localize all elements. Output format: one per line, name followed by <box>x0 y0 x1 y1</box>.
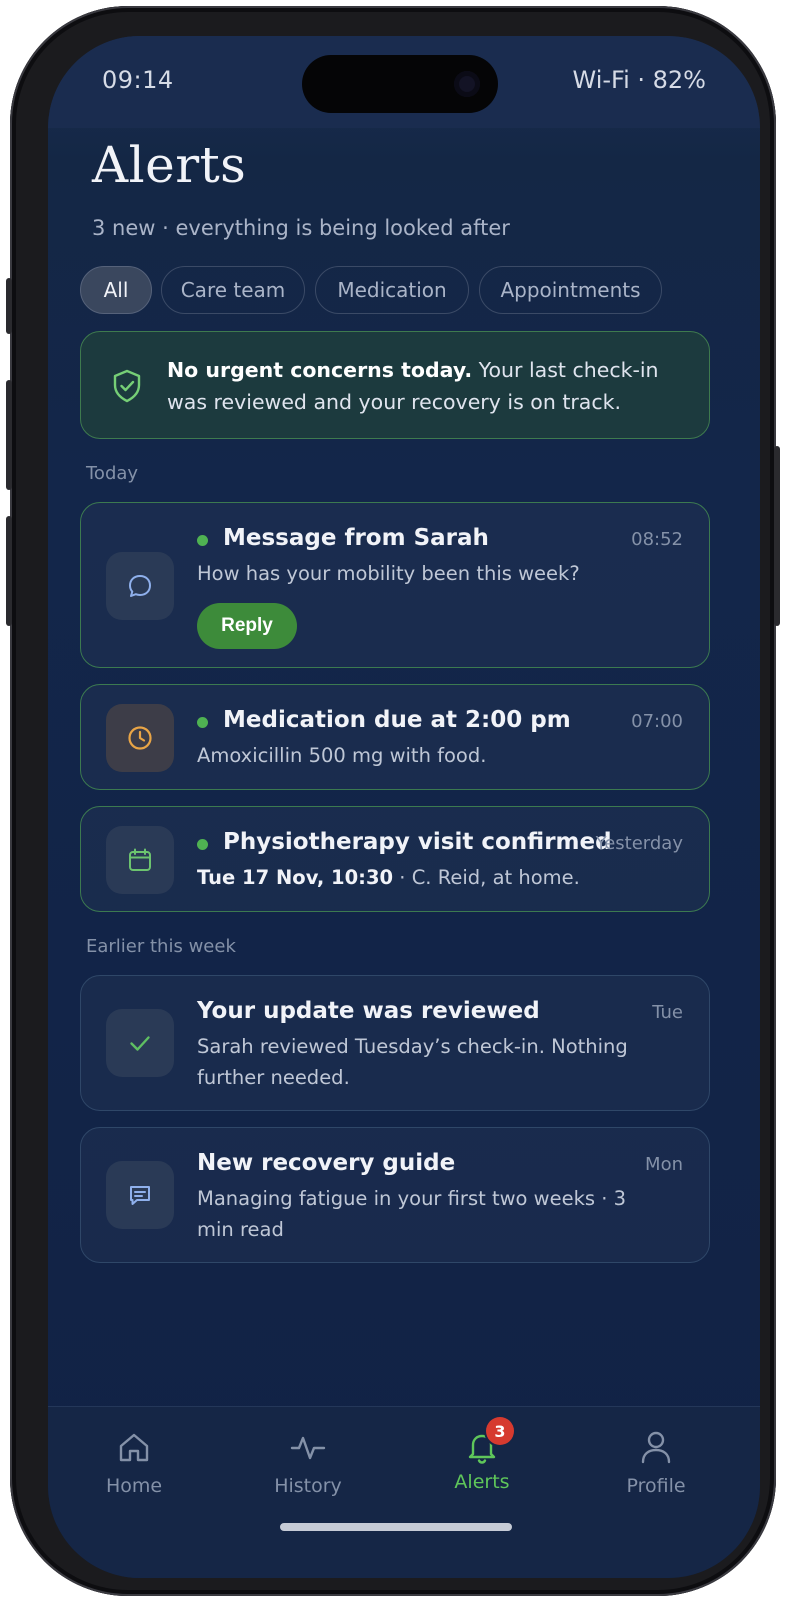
tab-label: History <box>274 1475 342 1497</box>
appointment-datetime: Tue 17 Nov, 10:30 <box>197 866 394 889</box>
alert-title: Physiotherapy visit confirmed <box>223 829 612 855</box>
page-title: Alerts <box>92 136 247 194</box>
alert-time: Mon <box>645 1154 683 1175</box>
alert-body: Tue 17 Nov, 10:30 · C. Reid, at home. <box>197 862 647 893</box>
unread-dot <box>197 717 208 728</box>
banner-text: No urgent concerns today. Your last chec… <box>167 354 687 418</box>
screen: 09:14 Wi-Fi · 82% Alerts 3 new · everyth… <box>48 36 760 1578</box>
person-icon <box>641 1431 671 1464</box>
appointment-details: · C. Reid, at home. <box>393 866 580 889</box>
mute-switch <box>6 278 12 334</box>
unread-dot <box>197 535 208 546</box>
alert-title: New recovery guide <box>197 1150 456 1176</box>
bell-icon-wrap: 3 <box>462 1417 514 1467</box>
alert-body: Amoxicillin 500 mg with food. <box>197 744 487 767</box>
tab-home[interactable]: Home <box>64 1427 204 1497</box>
alert-card-appointment[interactable]: Physiotherapy visit confirmed Yesterday … <box>80 806 710 912</box>
filter-chip-care-team[interactable]: Care team <box>161 266 305 314</box>
tab-label: Home <box>105 1475 163 1497</box>
alert-icon-box <box>106 704 174 772</box>
tab-label: Profile <box>626 1475 686 1497</box>
status-banner: No urgent concerns today. Your last chec… <box>80 331 710 439</box>
chat-bubble-icon <box>129 575 151 597</box>
status-connectivity: Wi-Fi · 82% <box>572 66 707 94</box>
alert-time: Tue <box>652 1002 683 1023</box>
alerts-count-badge: 3 <box>486 1417 514 1445</box>
camera-icon <box>454 71 480 97</box>
alert-title: Medication due at 2:00 pm <box>223 707 571 733</box>
activity-icon <box>290 1436 326 1460</box>
calendar-icon <box>129 848 151 871</box>
power-button <box>774 446 780 626</box>
shield-check-icon <box>113 369 141 403</box>
section-heading-earlier: Earlier this week <box>86 936 236 957</box>
dynamic-island <box>302 55 498 113</box>
alert-body: How has your mobility been this week? <box>197 562 580 585</box>
filter-chip-appointments[interactable]: Appointments <box>479 266 662 314</box>
alert-time: Yesterday <box>595 833 683 854</box>
tab-history[interactable]: History <box>238 1427 378 1497</box>
alert-card-message[interactable]: Message from Sarah 08:52 How has your mo… <box>80 502 710 668</box>
alert-icon-box <box>106 1009 174 1077</box>
volume-down-button <box>6 516 12 626</box>
alert-time: 08:52 <box>631 529 683 550</box>
filter-chip-medication[interactable]: Medication <box>315 266 469 314</box>
alert-icon-box <box>106 826 174 894</box>
alert-body: Sarah reviewed Tuesday’s check-in. Nothi… <box>197 1035 628 1089</box>
alert-card-reviewed[interactable]: Your update was reviewed Tue Sarah revie… <box>80 975 710 1111</box>
alert-icon-box <box>106 552 174 620</box>
tab-bar: Home History 3 Alerts Profile <box>48 1406 760 1578</box>
banner-bold-text: No urgent concerns today. <box>167 358 473 382</box>
alert-time: 07:00 <box>631 711 683 732</box>
alert-card-guide[interactable]: New recovery guide Mon Managing fatigue … <box>80 1127 710 1263</box>
alert-title: Message from Sarah <box>223 525 489 551</box>
alert-body: Managing fatigue in your first two weeks… <box>197 1187 627 1241</box>
tab-label: Alerts <box>454 1471 510 1493</box>
alert-icon-box <box>106 1161 174 1229</box>
status-bar: 09:14 Wi-Fi · 82% <box>48 36 760 128</box>
clock-icon <box>128 726 152 750</box>
phone-frame: 09:14 Wi-Fi · 82% Alerts 3 new · everyth… <box>6 6 780 1596</box>
unread-dot <box>197 839 208 850</box>
alert-title: Your update was reviewed <box>197 998 540 1024</box>
message-lines-icon <box>130 1186 150 1205</box>
volume-up-button <box>6 380 12 490</box>
status-time: 09:14 <box>102 66 174 94</box>
page-subtitle: 3 new · everything is being looked after <box>92 216 510 240</box>
home-icon <box>119 1433 149 1462</box>
checkmark-icon <box>130 1036 150 1051</box>
filter-chip-all[interactable]: All <box>80 266 152 314</box>
tab-profile[interactable]: Profile <box>586 1427 726 1497</box>
reply-button[interactable]: Reply <box>197 603 297 649</box>
section-heading-today: Today <box>86 463 139 484</box>
alert-card-medication[interactable]: Medication due at 2:00 pm 07:00 Amoxicil… <box>80 684 710 790</box>
tab-alerts[interactable]: 3 Alerts <box>412 1417 552 1493</box>
home-indicator[interactable] <box>280 1523 512 1531</box>
